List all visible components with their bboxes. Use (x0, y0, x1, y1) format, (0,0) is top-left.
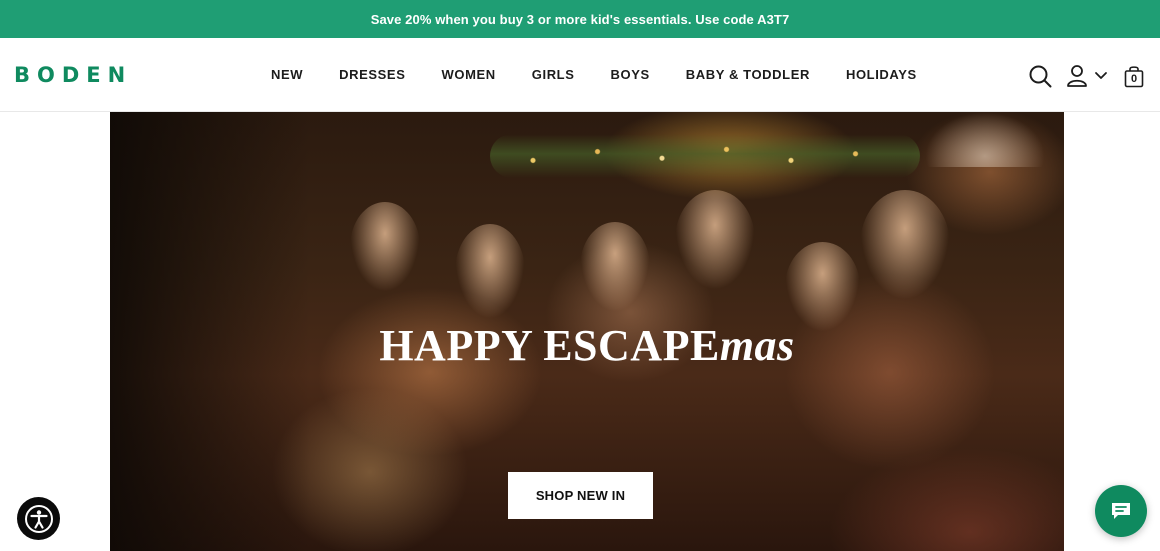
bag-button[interactable]: 0 (1124, 64, 1146, 88)
boden-logo[interactable]: BODEN (14, 63, 132, 87)
promo-banner[interactable]: Save 20% when you buy 3 or more kid's es… (0, 0, 1160, 38)
search-icon (1029, 65, 1052, 88)
hero-person (675, 190, 755, 290)
hero-person (350, 202, 420, 292)
shop-new-in-button[interactable]: SHOP NEW IN (508, 472, 653, 519)
hero-person (785, 242, 860, 332)
hero-title: HAPPY ESCAPEmas (110, 320, 1064, 371)
hero-lamp (925, 112, 1045, 167)
nav-girls[interactable]: GIRLS (532, 67, 575, 85)
promo-text: Save 20% when you buy 3 or more kid's es… (370, 11, 790, 27)
hero-person (580, 222, 650, 312)
user-icon (1067, 65, 1087, 87)
chevron-down-icon (1095, 72, 1107, 79)
hero-person (455, 224, 525, 319)
header-actions: 0 (1028, 64, 1150, 90)
nav-boys[interactable]: BOYS (611, 67, 650, 85)
search-button[interactable] (1028, 64, 1052, 88)
nav-women[interactable]: WOMEN (441, 67, 495, 85)
hero-title-italic: mas (719, 321, 795, 370)
main-nav: NEW DRESSES WOMEN GIRLS BOYS BABY & TODD… (254, 67, 917, 85)
account-button[interactable] (1066, 64, 1108, 88)
site-header: BODEN NEW DRESSES WOMEN GIRLS BOYS BABY … (0, 38, 1160, 112)
nav-dresses[interactable]: DRESSES (339, 67, 405, 85)
accessibility-button[interactable] (17, 497, 60, 540)
accessibility-icon (24, 504, 53, 533)
hero-banner[interactable]: HAPPY ESCAPEmas SHOP NEW IN (110, 112, 1064, 551)
nav-holidays[interactable]: HOLIDAYS (846, 67, 917, 85)
nav-baby-toddler[interactable]: BABY & TODDLER (686, 67, 810, 85)
chat-button[interactable] (1095, 485, 1147, 537)
hero-title-main: HAPPY ESCAPE (379, 321, 720, 370)
bag-count: 0 (1130, 73, 1138, 85)
hero-garland-lights (490, 134, 920, 178)
nav-new[interactable]: NEW (271, 67, 303, 85)
hero-person (860, 190, 950, 300)
chat-icon (1112, 503, 1130, 519)
